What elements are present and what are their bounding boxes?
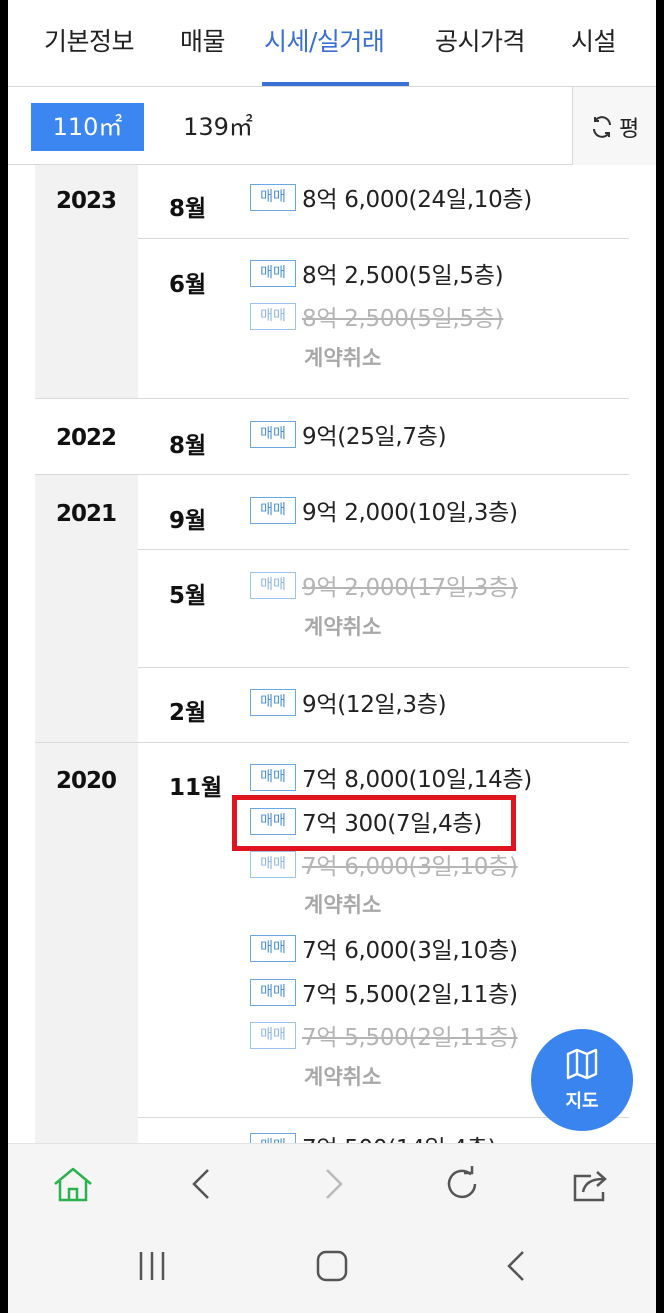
transaction-price: 8억 2,500(5일,5층)	[302, 306, 504, 332]
transaction-entry[interactable]: 매매 9억 2,000(10일,3층)	[250, 493, 518, 526]
trade-type-badge: 매매	[250, 183, 296, 211]
cancel-note: 계약취소	[304, 893, 382, 917]
trade-type-badge: 매매	[250, 1132, 296, 1143]
trade-type-badge: 매매	[250, 496, 296, 524]
transaction-entry[interactable]: 매매 8억 2,500(5일,5층)	[250, 256, 504, 289]
transaction-price: 7억 6,000(3일,10층)	[302, 854, 518, 880]
map-button-label: 지도	[565, 1091, 599, 1112]
share-icon[interactable]	[569, 1164, 613, 1204]
tab-listings[interactable]: 매물	[180, 22, 226, 58]
transaction-price: 9억 2,000(10일,3층)	[302, 500, 518, 526]
tab-bar: 기본정보 매물 시세/실거래 공시가격 시설	[8, 0, 656, 87]
forward-icon[interactable]	[311, 1164, 355, 1204]
unit-toggle-label: 평	[619, 117, 640, 142]
transaction-price: 8억 6,000(24일,10층)	[302, 187, 532, 213]
system-navigation-bar	[8, 1223, 656, 1313]
month-label: 6월	[169, 272, 207, 298]
reload-icon[interactable]	[440, 1164, 484, 1204]
trade-type-badge: 매매	[250, 934, 296, 962]
divider	[35, 398, 629, 399]
refresh-icon	[593, 116, 611, 138]
trade-type-badge: 매매	[250, 978, 296, 1006]
home-icon[interactable]	[51, 1164, 95, 1204]
back-nav-icon[interactable]	[496, 1248, 536, 1284]
transaction-entry[interactable]: 매매 7억 500(14일,4층)	[250, 1129, 497, 1143]
unit-toggle-button[interactable]: 평	[572, 87, 656, 165]
transaction-price: 7억 8,000(10일,14층)	[302, 767, 532, 793]
trade-type-badge: 매매	[250, 571, 296, 599]
browser-toolbar	[8, 1143, 656, 1223]
trade-type-badge: 매매	[250, 259, 296, 287]
screen: 기본정보 매물 시세/실거래 공시가격 시설 110㎡ 139㎡ 평 2023 …	[8, 0, 656, 1313]
cancel-note: 계약취소	[304, 1065, 382, 1089]
trade-type-badge: 매매	[250, 420, 296, 448]
size-chip-selected[interactable]: 110㎡	[31, 103, 144, 151]
month-label: 8월	[169, 433, 207, 459]
tab-official-price[interactable]: 공시가격	[435, 22, 526, 58]
month-label: 2월	[169, 700, 207, 726]
transaction-entry-cancelled[interactable]: 매매 7억 5,500(2일,11층)	[250, 1018, 518, 1051]
transaction-price: 9억 2,000(17일,3층)	[302, 575, 518, 601]
transaction-entry[interactable]: 매매 7억 8,000(10일,14층)	[250, 760, 532, 793]
month-label: 8월	[169, 196, 207, 222]
tab-facilities[interactable]: 시설	[571, 22, 617, 58]
transaction-price: 7억 6,000(3일,10층)	[302, 938, 518, 964]
transaction-entry[interactable]: 매매 9억(25일,7층)	[250, 417, 447, 450]
tab-price-transactions[interactable]: 시세/실거래	[264, 22, 385, 58]
year-label: 2023	[56, 188, 117, 214]
tab-basic-info[interactable]: 기본정보	[44, 22, 135, 58]
year-column-2020	[35, 743, 138, 1143]
transaction-entry-cancelled[interactable]: 매매 9억 2,000(17일,3층)	[250, 568, 518, 601]
cancel-note: 계약취소	[304, 346, 382, 370]
transaction-price: 9억(25일,7층)	[302, 424, 447, 450]
month-label: 9월	[169, 508, 207, 534]
recent-apps-icon[interactable]	[132, 1248, 172, 1284]
trade-type-badge: 매매	[250, 302, 296, 330]
divider	[35, 742, 629, 743]
size-selector-bar: 110㎡ 139㎡ 평	[8, 87, 656, 165]
transaction-entry[interactable]: 매매 9억(12일,3층)	[250, 685, 447, 718]
back-icon[interactable]	[180, 1164, 224, 1204]
year-label: 2022	[56, 425, 117, 451]
trade-type-badge: 매매	[250, 763, 296, 791]
year-label: 2020	[56, 768, 117, 794]
active-tab-indicator	[262, 82, 409, 86]
year-label: 2021	[56, 501, 117, 527]
map-button[interactable]: 지도	[531, 1029, 633, 1131]
highlight-box	[232, 795, 516, 851]
home-button-icon[interactable]	[312, 1248, 352, 1284]
cancel-note: 계약취소	[304, 615, 382, 639]
divider	[35, 474, 629, 475]
divider	[138, 667, 629, 668]
divider	[138, 238, 629, 239]
transaction-price: 7억 5,500(2일,11층)	[302, 982, 518, 1008]
divider	[138, 549, 629, 550]
transaction-price: 7억 500(14일,4층)	[302, 1129, 497, 1143]
transaction-price: 8억 2,500(5일,5층)	[302, 263, 504, 289]
transaction-entry[interactable]: 매매 7억 6,000(3일,10층)	[250, 931, 518, 964]
transaction-entry[interactable]: 매매 7억 5,500(2일,11층)	[250, 975, 518, 1008]
transaction-entry-cancelled[interactable]: 매매 8억 2,500(5일,5층)	[250, 299, 504, 332]
month-label: 5월	[169, 583, 207, 609]
trade-type-badge: 매매	[250, 688, 296, 716]
trade-type-badge: 매매	[250, 850, 296, 878]
transaction-list: 2023 2022 2021 2020 8월 6월 8월 9월 5월 2월 11…	[8, 165, 656, 1143]
map-icon	[566, 1048, 598, 1080]
transaction-price: 7억 5,500(2일,11층)	[302, 1025, 518, 1051]
size-chip-other[interactable]: 139㎡	[158, 103, 278, 151]
month-label: 11월	[169, 775, 223, 801]
trade-type-badge: 매매	[250, 1021, 296, 1049]
transaction-price: 9억(12일,3층)	[302, 692, 447, 718]
transaction-entry[interactable]: 매매 8억 6,000(24일,10층)	[250, 180, 532, 213]
transaction-entry-cancelled[interactable]: 매매 7억 6,000(3일,10층)	[250, 847, 518, 880]
